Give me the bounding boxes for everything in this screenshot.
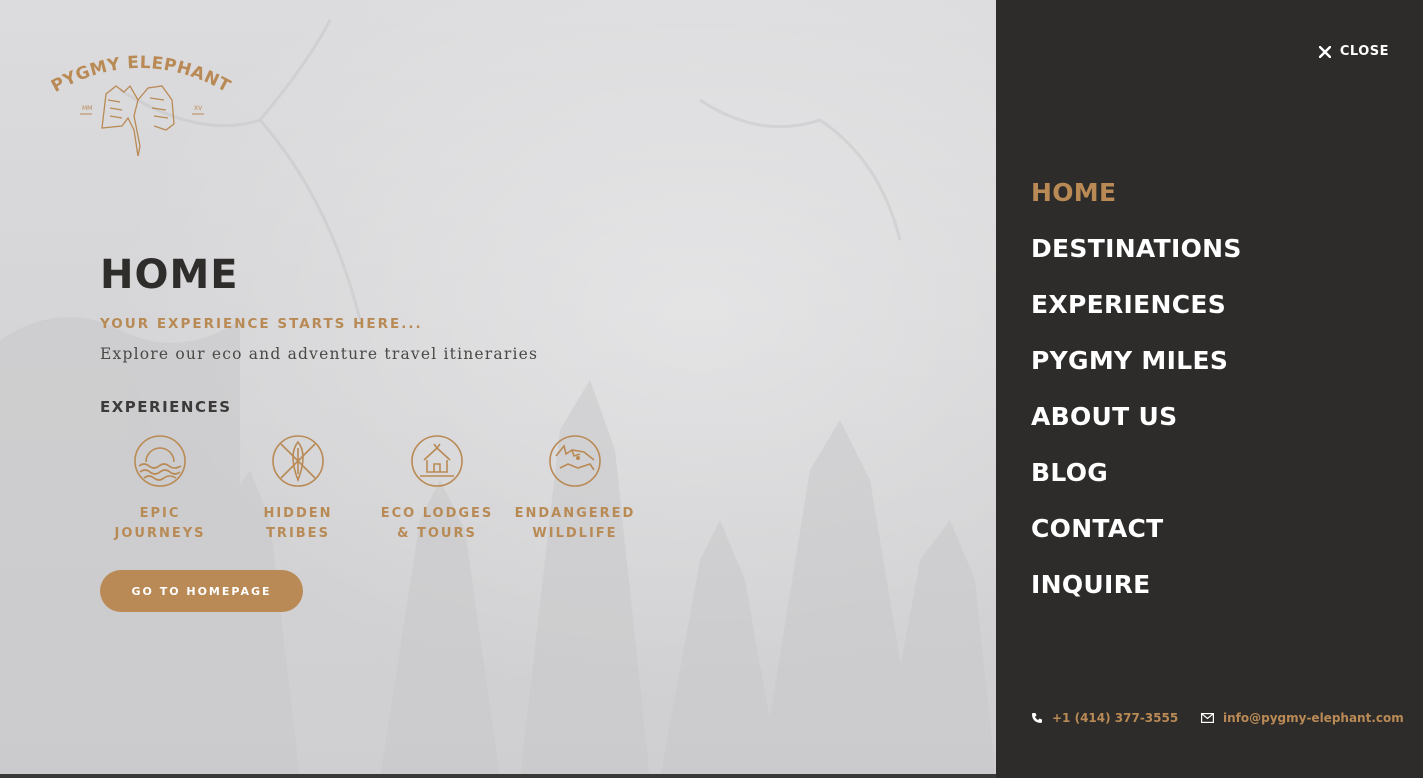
svg-text:PYGMY ELEPHANT: PYGMY ELEPHANT	[48, 53, 234, 97]
logo-wordmark: PYGMY ELEPHANT	[48, 53, 233, 97]
hero-background: PYGMY ELEPHANT MM XV HOME YOUR EXPERIENC…	[0, 0, 996, 778]
phone-icon	[1032, 713, 1042, 723]
experience-endangered-wildlife[interactable]: ENDANGERED WILDLIFE	[505, 434, 645, 544]
menu-item-destinations[interactable]: DESTINATIONS	[1031, 226, 1242, 282]
menu-item-experiences[interactable]: EXPERIENCES	[1031, 282, 1242, 338]
contact-info: +1 (414) 377-3555 info@pygmy-elephant.co…	[1031, 711, 1404, 731]
experience-eco-lodges[interactable]: ECO LODGES & TOURS	[367, 434, 507, 544]
mail-icon	[1201, 713, 1214, 723]
menu-item-pygmy-miles[interactable]: PYGMY MILES	[1031, 338, 1242, 394]
page-title: HOME	[100, 252, 239, 298]
main-menu: HOME DESTINATIONS EXPERIENCES PYGMY MILE…	[1031, 170, 1242, 618]
menu-item-home[interactable]: HOME	[1031, 170, 1242, 226]
experience-label: HIDDEN TRIBES	[263, 506, 333, 541]
experiences-list: EPIC JOURNEYS HIDDEN TRIBES ECO LODGES &…	[100, 434, 700, 544]
email-link[interactable]: info@pygmy-elephant.com	[1201, 711, 1404, 725]
experience-epic-journeys[interactable]: EPIC JOURNEYS	[90, 434, 230, 544]
menu-item-blog[interactable]: BLOG	[1031, 450, 1242, 506]
shield-spears-icon	[272, 435, 324, 487]
close-button[interactable]: CLOSE	[1318, 44, 1389, 59]
experiences-heading: EXPERIENCES	[100, 398, 232, 416]
menu-item-about-us[interactable]: ABOUT US	[1031, 394, 1242, 450]
hero-content: HOME YOUR EXPERIENCE STARTS HERE... Expl…	[100, 252, 700, 541]
email-address: info@pygmy-elephant.com	[1223, 711, 1404, 725]
tagline: YOUR EXPERIENCE STARTS HERE...	[100, 316, 423, 332]
experience-hidden-tribes[interactable]: HIDDEN TRIBES	[228, 434, 368, 544]
sunset-waves-icon	[134, 435, 186, 487]
experience-label: ECO LODGES & TOURS	[380, 506, 494, 541]
go-to-homepage-button[interactable]: GO TO HOMEPAGE	[100, 570, 303, 612]
pygmy-elephant-logo[interactable]: PYGMY ELEPHANT MM XV	[38, 46, 243, 158]
phone-link[interactable]: +1 (414) 377-3555	[1031, 711, 1178, 725]
menu-item-inquire[interactable]: INQUIRE	[1031, 562, 1242, 618]
close-icon	[1318, 45, 1331, 58]
close-label: CLOSE	[1339, 44, 1389, 59]
subtitle: Explore our eco and adventure travel iti…	[100, 345, 539, 363]
experience-label: ENDANGERED WILDLIFE	[514, 506, 636, 541]
rhino-icon	[549, 435, 601, 487]
logo-right-mark: XV	[194, 105, 203, 112]
bottom-divider	[0, 774, 996, 778]
menu-item-contact[interactable]: CONTACT	[1031, 506, 1242, 562]
logo-left-mark: MM	[82, 105, 92, 112]
menu-panel: CLOSE HOME DESTINATIONS EXPERIENCES PYGM…	[996, 0, 1423, 778]
hut-icon	[411, 435, 463, 487]
phone-number: +1 (414) 377-3555	[1052, 711, 1179, 725]
experience-label: EPIC JOURNEYS	[114, 506, 206, 541]
